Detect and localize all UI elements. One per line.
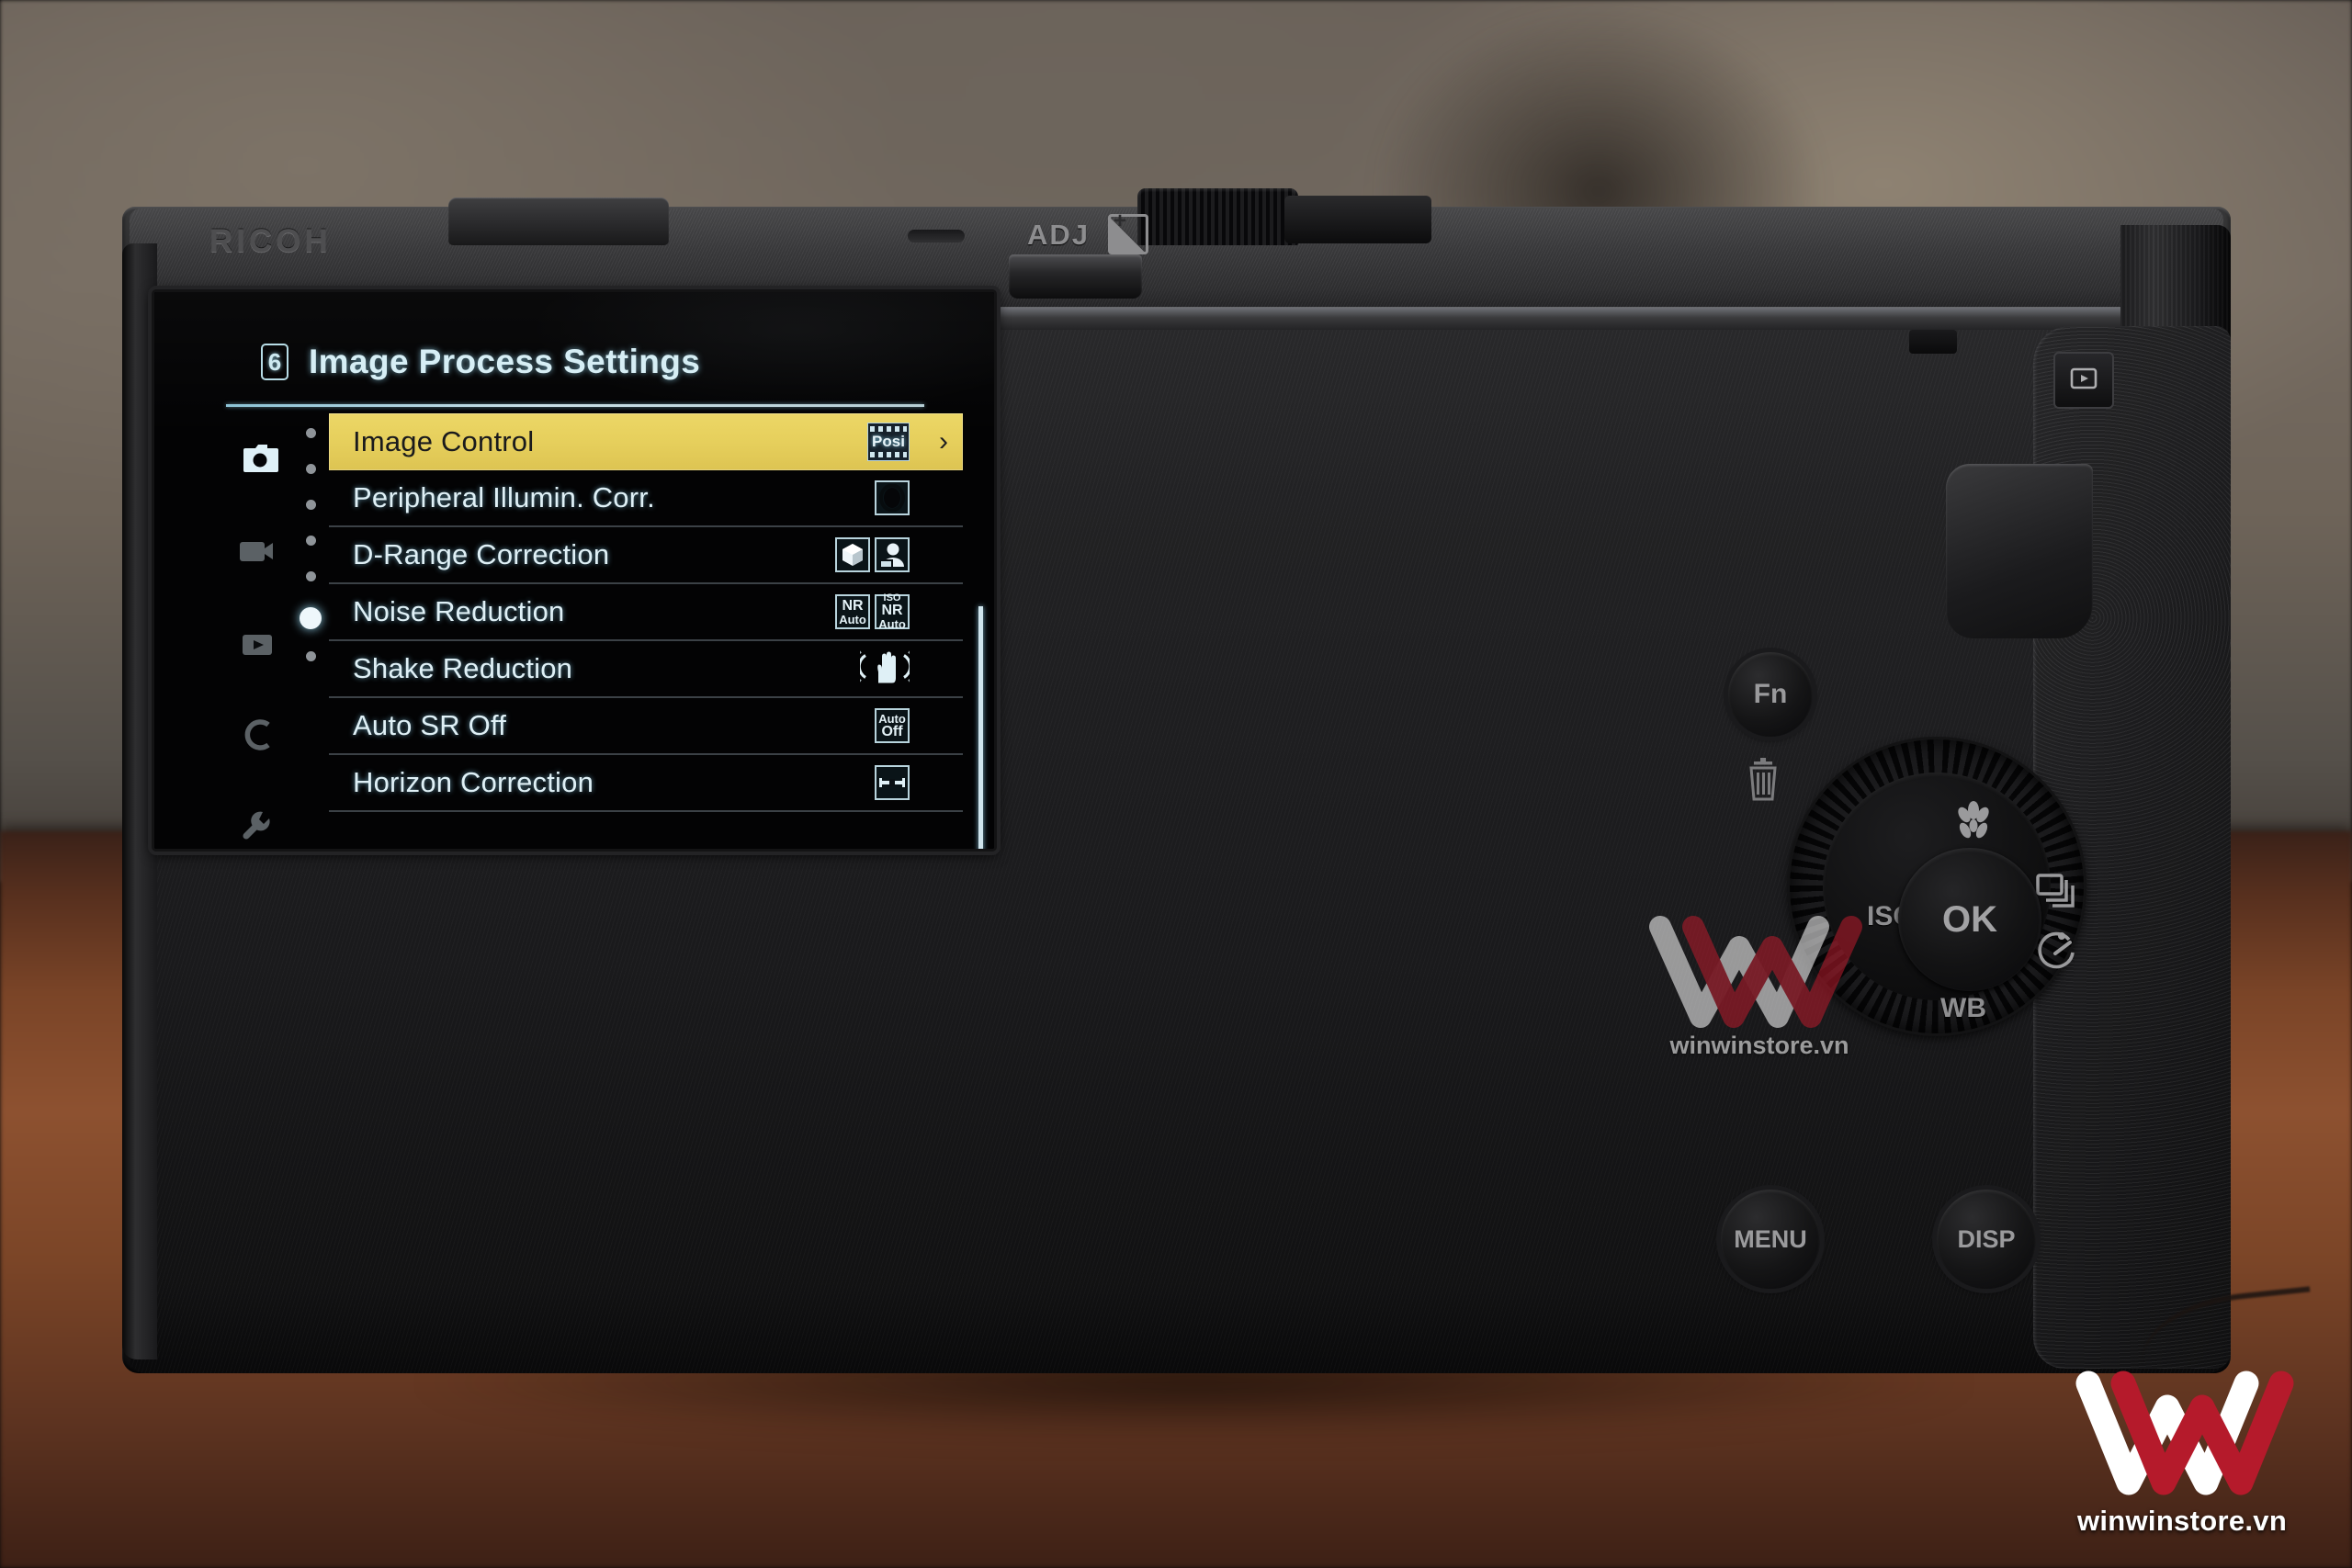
menu-scrollbar-thumb[interactable] [978,606,983,849]
sidebar-item-setup[interactable] [236,808,278,845]
menu-screen: 6 Image Process Settings Image Control P… [154,292,994,849]
menu-item-auto-sr-off[interactable]: Auto SR Off Auto Off [329,698,963,755]
menu-list: Image Control Posi › Peripheral Illumin.… [329,413,983,849]
menu-header: 6 Image Process Settings [261,343,700,381]
menu-item-value: Auto Off [875,708,910,743]
auto-off-badge-line2: Off [881,723,903,739]
playback-button[interactable] [2053,352,2114,409]
camera-lcd-screen[interactable]: 6 Image Process Settings Image Control P… [152,289,997,852]
shake-hand-icon [852,649,918,690]
four-way-control-dial[interactable]: ISO WB OK [1790,739,2084,1033]
menu-item-label: Shake Reduction [353,652,573,684]
dial-inner-face: ISO WB OK [1823,773,2075,1023]
sidebar-item-playback[interactable] [236,628,278,661]
auto-off-badge-line1: Auto [878,711,906,726]
sensor-window [908,230,965,243]
nr-badge-line1: NR [842,597,864,614]
page-dot[interactable] [305,500,316,510]
menu-sidebar [226,413,288,845]
menu-item-label: Horizon Correction [353,766,594,798]
custom-c-icon [238,716,277,754]
page-dot[interactable] [305,571,316,581]
menu-scrollbar[interactable] [978,606,983,849]
nr-auto-badge: NR Auto [835,594,870,629]
ricoh-camera-body: RICOH ADJ 6 Image Process Settings [122,188,2231,1392]
iso-nr-badge-line1: NR [881,603,903,618]
adj-lever-nub [1909,330,1957,354]
menu-item-horizon-correction[interactable]: Horizon Correction [329,755,963,812]
sidebar-item-custom[interactable] [236,716,278,753]
iso-nr-badge-line2: Auto [878,617,906,631]
camera-icon [236,443,278,476]
menu-item-shake-reduction[interactable]: Shake Reduction [329,641,963,698]
menu-item-label: Noise Reduction [353,595,565,627]
header-divider [226,404,924,407]
sidebar-item-movie[interactable] [236,535,278,568]
nr-badge-line2: Auto [839,612,866,626]
page-dot[interactable] [305,428,316,438]
page-dot[interactable] [305,536,316,546]
trash-icon [1744,758,1782,802]
menu-item-label: D-Range Correction [353,538,610,570]
menu-item-label: Auto SR Off [353,709,507,741]
page-title: Image Process Settings [309,343,701,380]
disp-button[interactable]: DISP [1937,1190,2036,1289]
posi-label: Posi [872,433,905,450]
top-right-dial-cap [1284,196,1431,243]
chevron-right-icon: › [939,426,948,457]
page-dot[interactable] [305,651,316,661]
highlight-cube-icon [835,537,870,572]
page-indicator-dots [300,428,322,687]
self-timer-icon[interactable] [2034,927,2082,975]
fn-button[interactable]: Fn [1728,652,1813,737]
menu-item-peripheral-illumin-corr[interactable]: Peripheral Illumin. Corr. [329,470,963,527]
camera-hotshoe-bump [448,197,669,245]
mode-dial[interactable] [1137,188,1298,245]
menu-item-value [835,537,910,572]
page-number-badge: 6 [261,344,288,380]
menu-button[interactable]: MENU [1721,1190,1820,1289]
playback-icon [2070,367,2098,395]
thumb-rest-notch [1946,464,2093,638]
sidebar-item-still-capture[interactable] [236,443,278,476]
adj-lever[interactable] [1009,254,1957,354]
menu-item-noise-reduction[interactable]: Noise Reduction NR Auto ISO NR Auto [329,584,963,641]
shadow-portrait-icon [875,537,910,572]
menu-item-d-range-correction[interactable]: D-Range Correction [329,527,963,584]
menu-item-value [875,765,910,800]
ricoh-brand-logo: RICOH [209,223,332,259]
page-dot[interactable] [305,464,316,474]
page-dot-active[interactable] [300,607,322,629]
playback-icon [236,631,278,659]
iso-nr-auto-badge: ISO NR Auto [875,593,910,631]
menu-item-value: Posi [867,423,910,461]
wb-button-label[interactable]: WB [1940,993,1986,1024]
adj-label: ADJ [1027,219,1091,251]
auto-off-badge: Auto Off [875,708,910,743]
macro-flower-icon[interactable] [1950,798,1997,846]
wrench-icon [238,807,277,846]
video-camera-icon [236,537,278,565]
menu-item-value [852,649,918,690]
vignette-icon [875,480,910,515]
menu-item-image-control[interactable]: Image Control Posi › [329,413,963,470]
horizon-level-icon [875,765,910,800]
menu-item-label: Image Control [353,425,535,457]
posi-film-icon: Posi [867,423,910,461]
menu-item-value: NR Auto ISO NR Auto [835,593,910,631]
drive-mode-icon[interactable] [2036,872,2084,912]
menu-item-label: Peripheral Illumin. Corr. [353,481,655,513]
exposure-compensation-icon [1108,209,1148,254]
ok-button[interactable]: OK [1898,848,2041,991]
menu-item-value [875,480,910,515]
